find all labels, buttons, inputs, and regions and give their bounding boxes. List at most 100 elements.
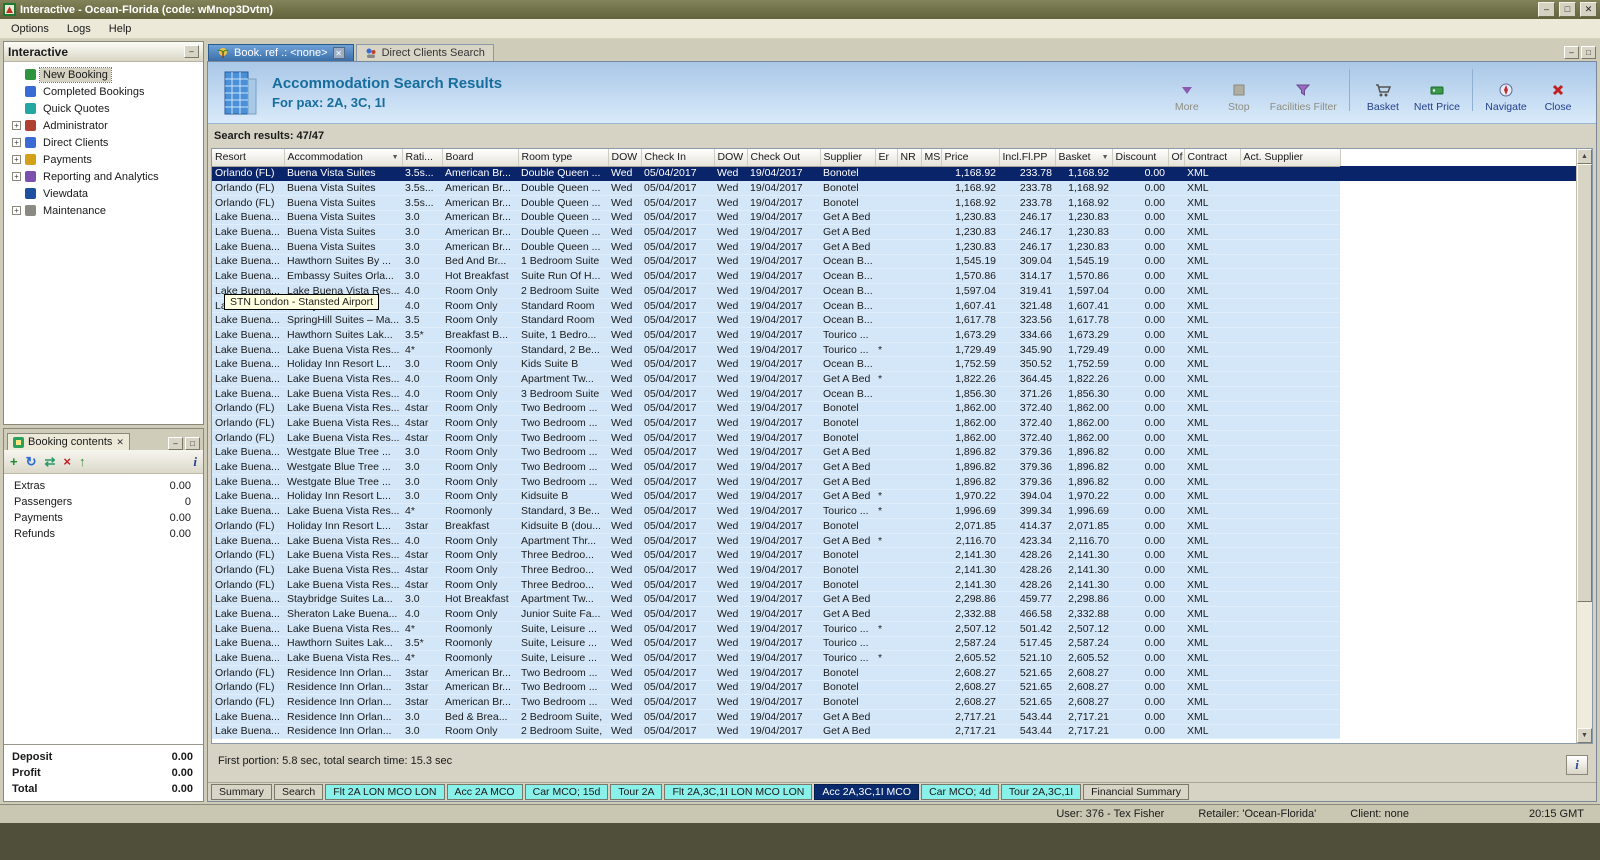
- tab-summary[interactable]: Summary: [211, 784, 272, 800]
- export-icon[interactable]: ↑: [79, 454, 86, 470]
- column-header[interactable]: Check Out: [747, 149, 820, 166]
- scroll-down-icon[interactable]: ▼: [1577, 728, 1592, 743]
- column-header[interactable]: Accommodation: [284, 149, 402, 166]
- sidebar-item-administrator[interactable]: + Administrator: [6, 117, 201, 134]
- sidebar-item-payments[interactable]: + Payments: [6, 151, 201, 168]
- result-row[interactable]: Lake Buena...Westgate Blue Tree ...3.0Ro…: [212, 474, 1340, 489]
- add-icon[interactable]: +: [10, 454, 18, 470]
- tab-tour-2a3c1i[interactable]: Tour 2A,3C,1I: [1001, 784, 1081, 800]
- sidebar-item-maintenance[interactable]: + Maintenance: [6, 202, 201, 219]
- booking-contents-tab[interactable]: Booking contents ✕: [7, 433, 130, 450]
- column-header[interactable]: Er: [875, 149, 897, 166]
- nett-price-button[interactable]: Nett Price: [1409, 79, 1465, 113]
- panel-minimize-button[interactable]: –: [168, 437, 183, 450]
- result-row[interactable]: Lake Buena...Staybridge Suites La...3.0H…: [212, 592, 1340, 607]
- more-button[interactable]: More: [1161, 79, 1213, 113]
- column-header[interactable]: Rati...: [402, 149, 442, 166]
- result-row[interactable]: Lake Buena...Holiday Inn Resort L...3.0R…: [212, 489, 1340, 504]
- menu-help[interactable]: Help: [100, 21, 141, 37]
- sidebar-item-completed-bookings[interactable]: Completed Bookings: [6, 83, 201, 100]
- sidebar-item-quick-quotes[interactable]: Quick Quotes: [6, 100, 201, 117]
- column-header[interactable]: Board: [442, 149, 518, 166]
- sidebar-item-direct-clients[interactable]: + Direct Clients: [6, 134, 201, 151]
- expand-icon[interactable]: +: [12, 172, 21, 181]
- minimize-button[interactable]: –: [1538, 2, 1555, 17]
- panel-maximize-button[interactable]: □: [185, 437, 200, 450]
- expand-icon[interactable]: +: [12, 138, 21, 147]
- expand-icon[interactable]: +: [12, 206, 21, 215]
- result-row[interactable]: Lake Buena...Buena Vista Suites3.0Americ…: [212, 225, 1340, 240]
- tab-acc-2a[interactable]: Acc 2A MCO: [447, 784, 523, 800]
- info-button[interactable]: i: [1566, 755, 1588, 775]
- column-header[interactable]: Check In: [641, 149, 714, 166]
- booking-row-refunds[interactable]: Refunds 0.00: [4, 526, 203, 542]
- column-header[interactable]: Basket: [1055, 149, 1112, 166]
- result-row[interactable]: Lake Buena...Sheraton Lake Buena...4.0Ro…: [212, 607, 1340, 622]
- vertical-scrollbar[interactable]: ▲ ▼: [1576, 149, 1592, 743]
- menu-logs[interactable]: Logs: [58, 21, 100, 37]
- tab-financial-summary[interactable]: Financial Summary: [1083, 784, 1189, 800]
- refresh-icon[interactable]: ↻: [26, 454, 37, 470]
- column-header[interactable]: Discount: [1112, 149, 1168, 166]
- booking-row-passengers[interactable]: Passengers 0: [4, 494, 203, 510]
- result-row[interactable]: Lake Buena...Buena Vista Suites3.0Americ…: [212, 239, 1340, 254]
- result-row[interactable]: Orlando (FL)Lake Buena Vista Res...4star…: [212, 430, 1340, 445]
- column-header[interactable]: DOW: [714, 149, 747, 166]
- column-header[interactable]: MS: [921, 149, 941, 166]
- tab-acc-2a3c1i[interactable]: Acc 2A,3C,1I MCO: [814, 784, 919, 800]
- tab-search[interactable]: Search: [274, 784, 323, 800]
- result-row[interactable]: Orlando (FL)Lake Buena Vista Res...4star…: [212, 548, 1340, 563]
- stop-button[interactable]: Stop: [1213, 79, 1265, 113]
- booking-row-payments[interactable]: Payments 0.00: [4, 510, 203, 526]
- scrollbar-thumb[interactable]: [1577, 164, 1592, 602]
- result-row[interactable]: Orlando (FL)Lake Buena Vista Res...4star…: [212, 401, 1340, 416]
- result-row[interactable]: Lake Buena...Residence Inn Orlan...3.0Be…: [212, 709, 1340, 724]
- navigate-button[interactable]: Navigate: [1480, 79, 1532, 113]
- sidebar-item-reporting-analytics[interactable]: + Reporting and Analytics: [6, 168, 201, 185]
- column-header[interactable]: Supplier: [820, 149, 875, 166]
- tab-car-4d[interactable]: Car MCO; 4d: [921, 784, 999, 800]
- result-row[interactable]: Lake Buena...Lake Buena Vista Res...4.0R…: [212, 284, 1340, 299]
- tab-tour-2a[interactable]: Tour 2A: [610, 784, 662, 800]
- transfer-icon[interactable]: ⇄: [45, 454, 56, 470]
- tab-close-icon[interactable]: ✕: [333, 47, 345, 59]
- result-row[interactable]: Orlando (FL)Holiday Inn Resort L...3star…: [212, 519, 1340, 534]
- close-results-button[interactable]: Close: [1532, 79, 1584, 113]
- result-row[interactable]: Lake Buena...Hawthorn Suites By ...3.0Be…: [212, 254, 1340, 269]
- result-row[interactable]: Lake Buena...Holiday Inn Resort L...3.0R…: [212, 357, 1340, 372]
- result-row[interactable]: Orlando (FL)Lake Buena Vista Res...4star…: [212, 577, 1340, 592]
- doc-minimize-button[interactable]: –: [1564, 46, 1579, 59]
- result-row[interactable]: Orlando (FL)Residence Inn Orlan...3starA…: [212, 665, 1340, 680]
- result-row[interactable]: Lake Buena...Lake Buena Vista Res...4.0R…: [212, 386, 1340, 401]
- column-header[interactable]: Act. Supplier: [1240, 149, 1340, 166]
- close-window-button[interactable]: ✕: [1580, 2, 1597, 17]
- result-row[interactable]: Lake Buena...Westgate Blue Tree ...3.0Ro…: [212, 460, 1340, 475]
- result-row[interactable]: Orlando (FL)Lake Buena Vista Res...4star…: [212, 563, 1340, 578]
- basket-button[interactable]: Basket: [1357, 79, 1409, 113]
- column-header[interactable]: Price: [941, 149, 999, 166]
- sidebar-item-viewdata[interactable]: Viewdata: [6, 185, 201, 202]
- menu-options[interactable]: Options: [2, 21, 58, 37]
- result-row[interactable]: Orlando (FL)Buena Vista Suites3.5s...Ame…: [212, 195, 1340, 210]
- column-header[interactable]: Room type: [518, 149, 608, 166]
- column-header[interactable]: DOW: [608, 149, 641, 166]
- result-row[interactable]: Orlando (FL)Lake Buena Vista Res...4star…: [212, 416, 1340, 431]
- column-header[interactable]: Of: [1168, 149, 1184, 166]
- column-header[interactable]: Resort: [212, 149, 284, 166]
- result-row[interactable]: Lake Buena...Hawthorn Suites Lak...3.5*B…: [212, 328, 1340, 343]
- expand-icon[interactable]: +: [12, 121, 21, 130]
- result-row[interactable]: Lake Buena...SpringHill Suites – Ma...3.…: [212, 313, 1340, 328]
- booking-row-extras[interactable]: Extras 0.00: [4, 478, 203, 494]
- tab-booking-ref[interactable]: Book. ref .: <none> ✕: [208, 44, 354, 61]
- result-row[interactable]: Lake Buena...Residence Inn Orlan...3.0Ro…: [212, 724, 1340, 739]
- column-header[interactable]: NR: [897, 149, 921, 166]
- result-row[interactable]: Lake Buena...Lake Buena Vista Res...4*Ro…: [212, 342, 1340, 357]
- close-icon[interactable]: ✕: [116, 437, 124, 448]
- result-row[interactable]: Lake Buena...Lake Buena Vista Res...4*Ro…: [212, 504, 1340, 519]
- result-row[interactable]: Lake Buena...Courtyard Marriot...4.0Room…: [212, 298, 1340, 313]
- expand-icon[interactable]: +: [12, 155, 21, 164]
- result-row[interactable]: Lake Buena...Lake Buena Vista Res...4*Ro…: [212, 621, 1340, 636]
- result-row[interactable]: Orlando (FL)Buena Vista Suites3.5s...Ame…: [212, 181, 1340, 196]
- collapse-panel-button[interactable]: –: [184, 45, 199, 58]
- doc-maximize-button[interactable]: □: [1581, 46, 1596, 59]
